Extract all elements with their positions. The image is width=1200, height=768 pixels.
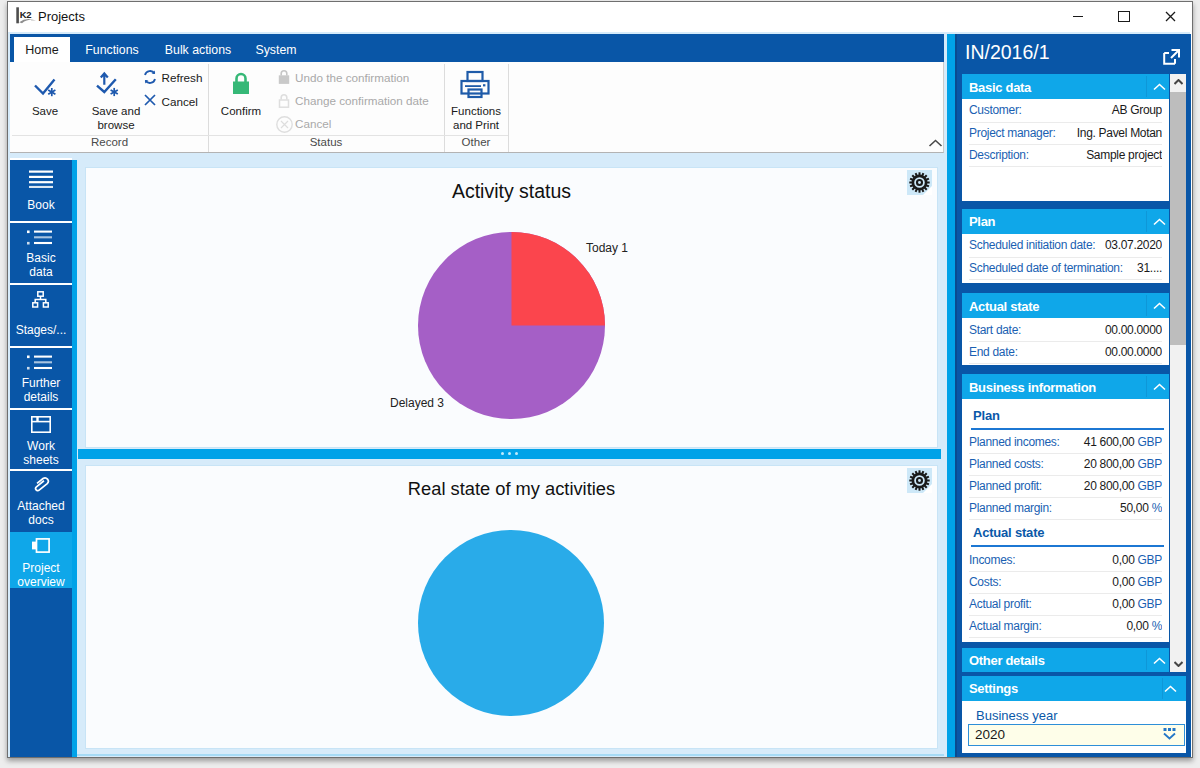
svg-text:K2: K2 bbox=[20, 9, 31, 20]
